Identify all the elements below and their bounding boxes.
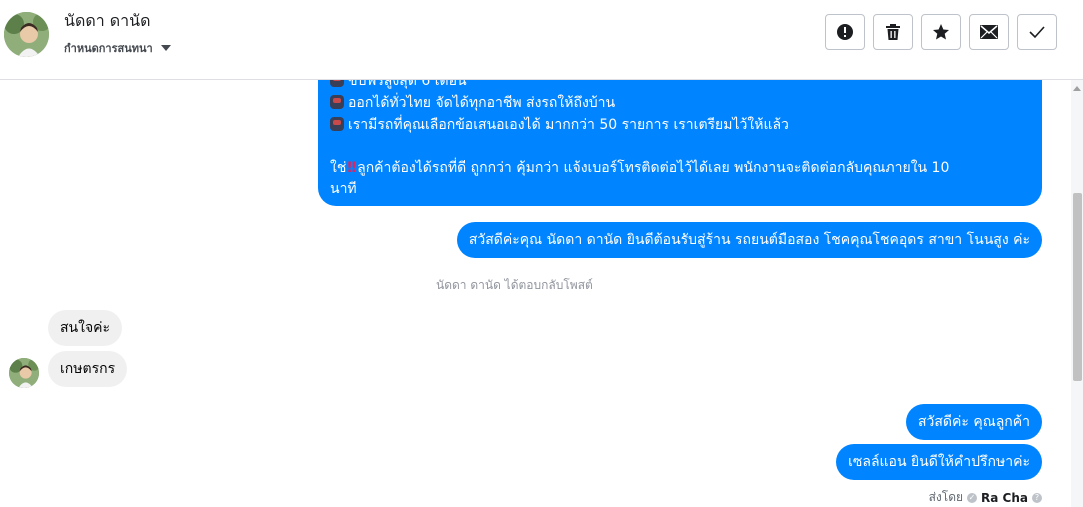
sent-by-name: Ra Cha xyxy=(981,490,1028,505)
sent-by-text: ส่งโดย xyxy=(928,490,964,504)
contact-name[interactable]: นัดดา ดานัด xyxy=(64,9,151,34)
outgoing-message[interactable]: สวัสดีค่ะ คุณลูกค้า xyxy=(905,404,1042,440)
help-icon[interactable]: ? xyxy=(1032,492,1042,503)
conversation-status-label: กำหนดการสนทนา xyxy=(64,42,153,55)
verified-icon: ✓ xyxy=(967,492,978,503)
envelope-icon xyxy=(980,25,998,39)
mark-done-button[interactable] xyxy=(1017,14,1057,50)
outgoing-message[interactable]: เซลล์แอน ยินดีให้คำปรึกษาค่ะ xyxy=(836,444,1042,480)
mark-unread-button[interactable] xyxy=(969,14,1009,50)
double-exclamation-emoji-icon: !! xyxy=(346,160,357,176)
contact-avatar[interactable] xyxy=(4,12,49,57)
mark-spam-button[interactable] xyxy=(825,14,865,50)
sent-by-label: ส่งโดย ✓ Ra Cha ? xyxy=(929,488,1042,507)
incoming-message[interactable]: สนใจค่ะ xyxy=(48,310,123,346)
scroll-up-arrow-icon[interactable] xyxy=(1073,86,1081,91)
outgoing-message-promo[interactable]: ขับฟรีสูงสุด 6 เดือน ออกได้ทั่วไทย จัดได… xyxy=(318,60,1042,206)
star-icon xyxy=(933,24,949,40)
delete-conversation-button[interactable] xyxy=(873,14,913,50)
promo-line: ออกได้ทั่วไทย จัดได้ทุกอาชีพ ส่งรถให้ถึง… xyxy=(330,92,615,114)
caret-down-icon xyxy=(160,45,171,51)
scrollbar-thumb[interactable] xyxy=(1073,193,1082,381)
conversation-header: นัดดา ดานัด กำหนดการสนทนา xyxy=(0,0,1083,80)
conversation-status-dropdown[interactable]: กำหนดการสนทนา xyxy=(64,39,171,57)
outgoing-message-greeting[interactable]: สวัสดีค่ะคุณ นัดดา ดานัด ยินดีต้อนรับสู่… xyxy=(456,222,1042,258)
promo-line: ใช่!! ลูกค้าต้องได้รถที่ดี ถูกกว่า คุ้มกว… xyxy=(330,160,950,176)
promo-line: เรามีรถที่คุณเลือกข้อเสนอเองได้ มากกว่า … xyxy=(330,114,789,136)
car-emoji-icon xyxy=(330,117,344,131)
promo-line: นาที xyxy=(330,181,357,197)
check-icon xyxy=(1029,26,1045,39)
trash-icon xyxy=(886,24,900,40)
sender-avatar[interactable] xyxy=(9,358,39,388)
star-conversation-button[interactable] xyxy=(921,14,961,50)
incoming-message[interactable]: เกษตรกร xyxy=(48,351,128,387)
reply-to-post-note: นัดดา ดานัด ได้ตอบกลับโพสต์ xyxy=(436,278,593,292)
exclamation-circle-icon xyxy=(837,24,853,40)
car-emoji-icon xyxy=(330,95,344,109)
